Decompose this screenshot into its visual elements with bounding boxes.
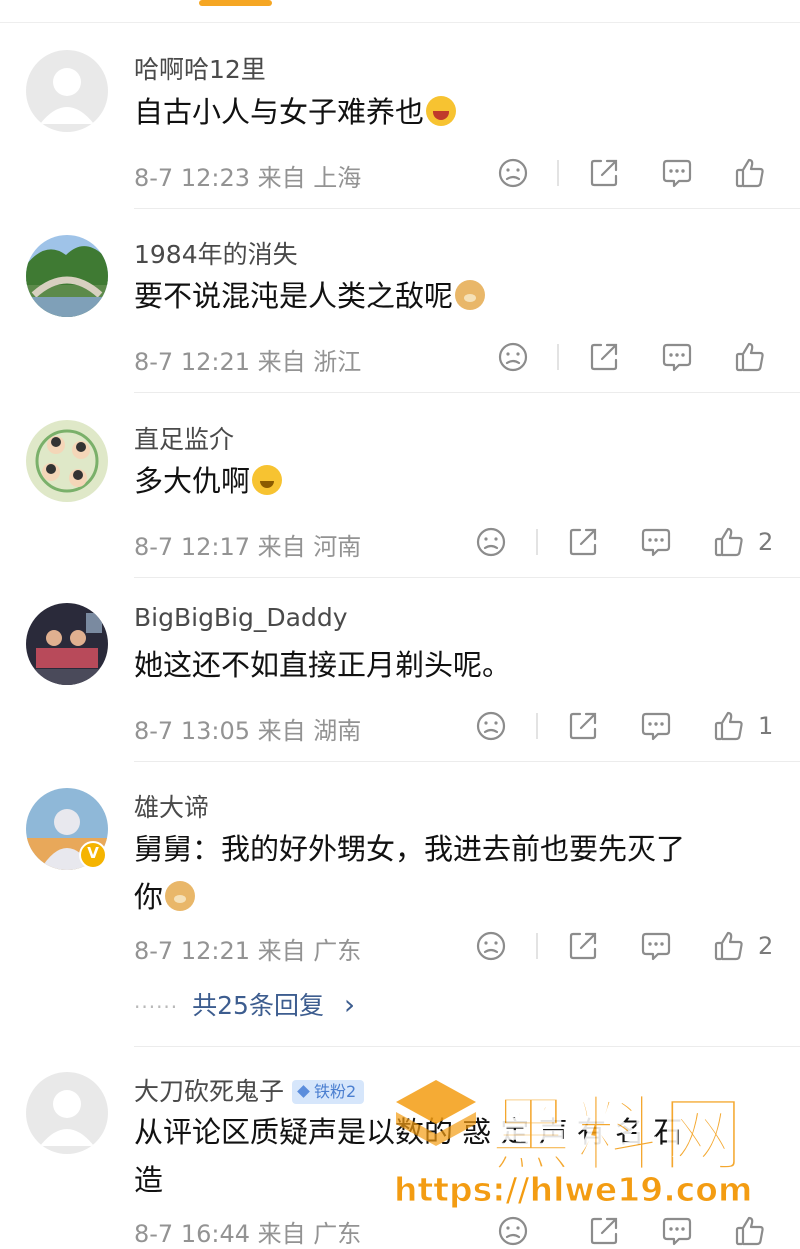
view-replies-link[interactable]: ······ 共25条回复 ›: [134, 986, 355, 1022]
username: 大刀砍死鬼子 铁粉2: [134, 1072, 365, 1108]
share-icon[interactable]: [566, 525, 600, 559]
comment-divider: [134, 208, 800, 209]
comment-meta: 8-7 12:23 来自 上海: [134, 164, 362, 192]
share-icon[interactable]: [566, 709, 600, 743]
comment-text: 多大仇啊: [134, 457, 774, 505]
fan-level-badge: 铁粉2: [292, 1080, 365, 1104]
comment-meta: 8-7 12:21 来自 广东: [134, 937, 362, 965]
comment-text-line: 从评论区质疑声是以数的 惑 定 声 有 名 石: [134, 1115, 683, 1149]
doge-emoji-icon: [165, 881, 196, 911]
replies-dots: ······: [134, 995, 179, 1019]
comment-icon[interactable]: [639, 709, 673, 743]
share-icon[interactable]: [566, 929, 600, 963]
comment-meta: 8-7 16:44 来自 广东: [134, 1220, 362, 1248]
tab-active-indicator: [199, 0, 272, 6]
like-icon[interactable]: [712, 709, 746, 743]
like-icon[interactable]: [733, 340, 767, 374]
avatar[interactable]: [26, 1072, 108, 1154]
action-separator: [557, 160, 559, 186]
comment-meta: 8-7 12:17 来自 河南: [134, 533, 362, 561]
username[interactable]: 雄大谛: [134, 788, 209, 824]
comment-meta: 8-7 13:05 来自 湖南: [134, 717, 362, 745]
comment-text: 要不说混沌是人类之敌呢: [134, 272, 774, 320]
share-icon[interactable]: [587, 1214, 621, 1248]
comment-text-line: 舅舅：我的好外甥女，我进去前也要先灭了: [134, 832, 686, 866]
comment-text-body: 多大仇啊: [134, 464, 251, 498]
laugh-emoji-icon: [426, 96, 457, 126]
like-count: 2: [758, 528, 774, 556]
avatar[interactable]: [26, 235, 108, 317]
comment-text-body: 要不说混沌是人类之敌呢: [134, 279, 454, 313]
like-icon[interactable]: [733, 156, 767, 190]
dislike-icon[interactable]: [474, 709, 508, 743]
like-count: 1: [758, 712, 774, 740]
comment-divider: [134, 577, 800, 578]
like-count: 2: [758, 932, 774, 960]
dislike-icon[interactable]: [496, 156, 530, 190]
avatar[interactable]: [26, 50, 108, 132]
comment-text-line-wrap: 你: [134, 873, 774, 921]
comment-icon[interactable]: [660, 156, 694, 190]
verified-badge: V: [79, 841, 107, 869]
dislike-icon[interactable]: [496, 1214, 530, 1248]
dislike-icon[interactable]: [474, 929, 508, 963]
action-separator: [557, 344, 559, 370]
dislike-icon[interactable]: [496, 340, 530, 374]
share-icon[interactable]: [587, 340, 621, 374]
cry-laugh-emoji-icon: [252, 465, 283, 495]
comment-text: 舅舅：我的好外甥女，我进去前也要先灭了 你: [134, 825, 774, 921]
username[interactable]: 直足监介: [134, 420, 234, 456]
dislike-icon[interactable]: [474, 525, 508, 559]
comment-icon[interactable]: [639, 929, 673, 963]
like-icon[interactable]: [733, 1214, 767, 1248]
comment-text-body: 她这还不如直接正月剃头呢。: [134, 648, 512, 682]
like-icon[interactable]: [712, 929, 746, 963]
comment-divider: [134, 761, 800, 762]
comment-text: 她这还不如直接正月剃头呢。: [134, 641, 774, 689]
comment-icon[interactable]: [660, 1214, 694, 1248]
like-icon[interactable]: [712, 525, 746, 559]
action-separator: [536, 713, 538, 739]
username-text[interactable]: 大刀砍死鬼子: [134, 1077, 284, 1106]
doge-emoji-icon: [455, 280, 486, 310]
comment-text-body: 自古小人与女子难养也: [134, 95, 425, 129]
chevron-right-icon: ›: [343, 988, 356, 1021]
comment-icon[interactable]: [660, 340, 694, 374]
comment-divider: [134, 392, 800, 393]
comment-meta: 8-7 12:21 来自 浙江: [134, 348, 362, 376]
comment-text: 从评论区质疑声是以数的 惑 定 声 有 名 石 造: [134, 1108, 774, 1204]
replies-label: 共25条回复: [192, 991, 324, 1020]
username[interactable]: BigBigBig_Daddy: [134, 603, 348, 632]
avatar[interactable]: [26, 420, 108, 502]
action-separator: [536, 933, 538, 959]
top-tab-bar: [0, 0, 800, 23]
share-icon[interactable]: [587, 156, 621, 190]
comment-icon[interactable]: [639, 525, 673, 559]
comment-text-line: 造: [134, 1163, 164, 1197]
username[interactable]: 哈啊哈12里: [134, 50, 266, 86]
action-separator: [536, 529, 538, 555]
avatar[interactable]: [26, 603, 108, 685]
comment-text: 自古小人与女子难养也: [134, 88, 774, 136]
username[interactable]: 1984年的消失: [134, 235, 298, 271]
comment-text-line: 你: [134, 880, 164, 914]
verified-badge-label: V: [87, 844, 99, 862]
comment-divider: [134, 1046, 800, 1047]
